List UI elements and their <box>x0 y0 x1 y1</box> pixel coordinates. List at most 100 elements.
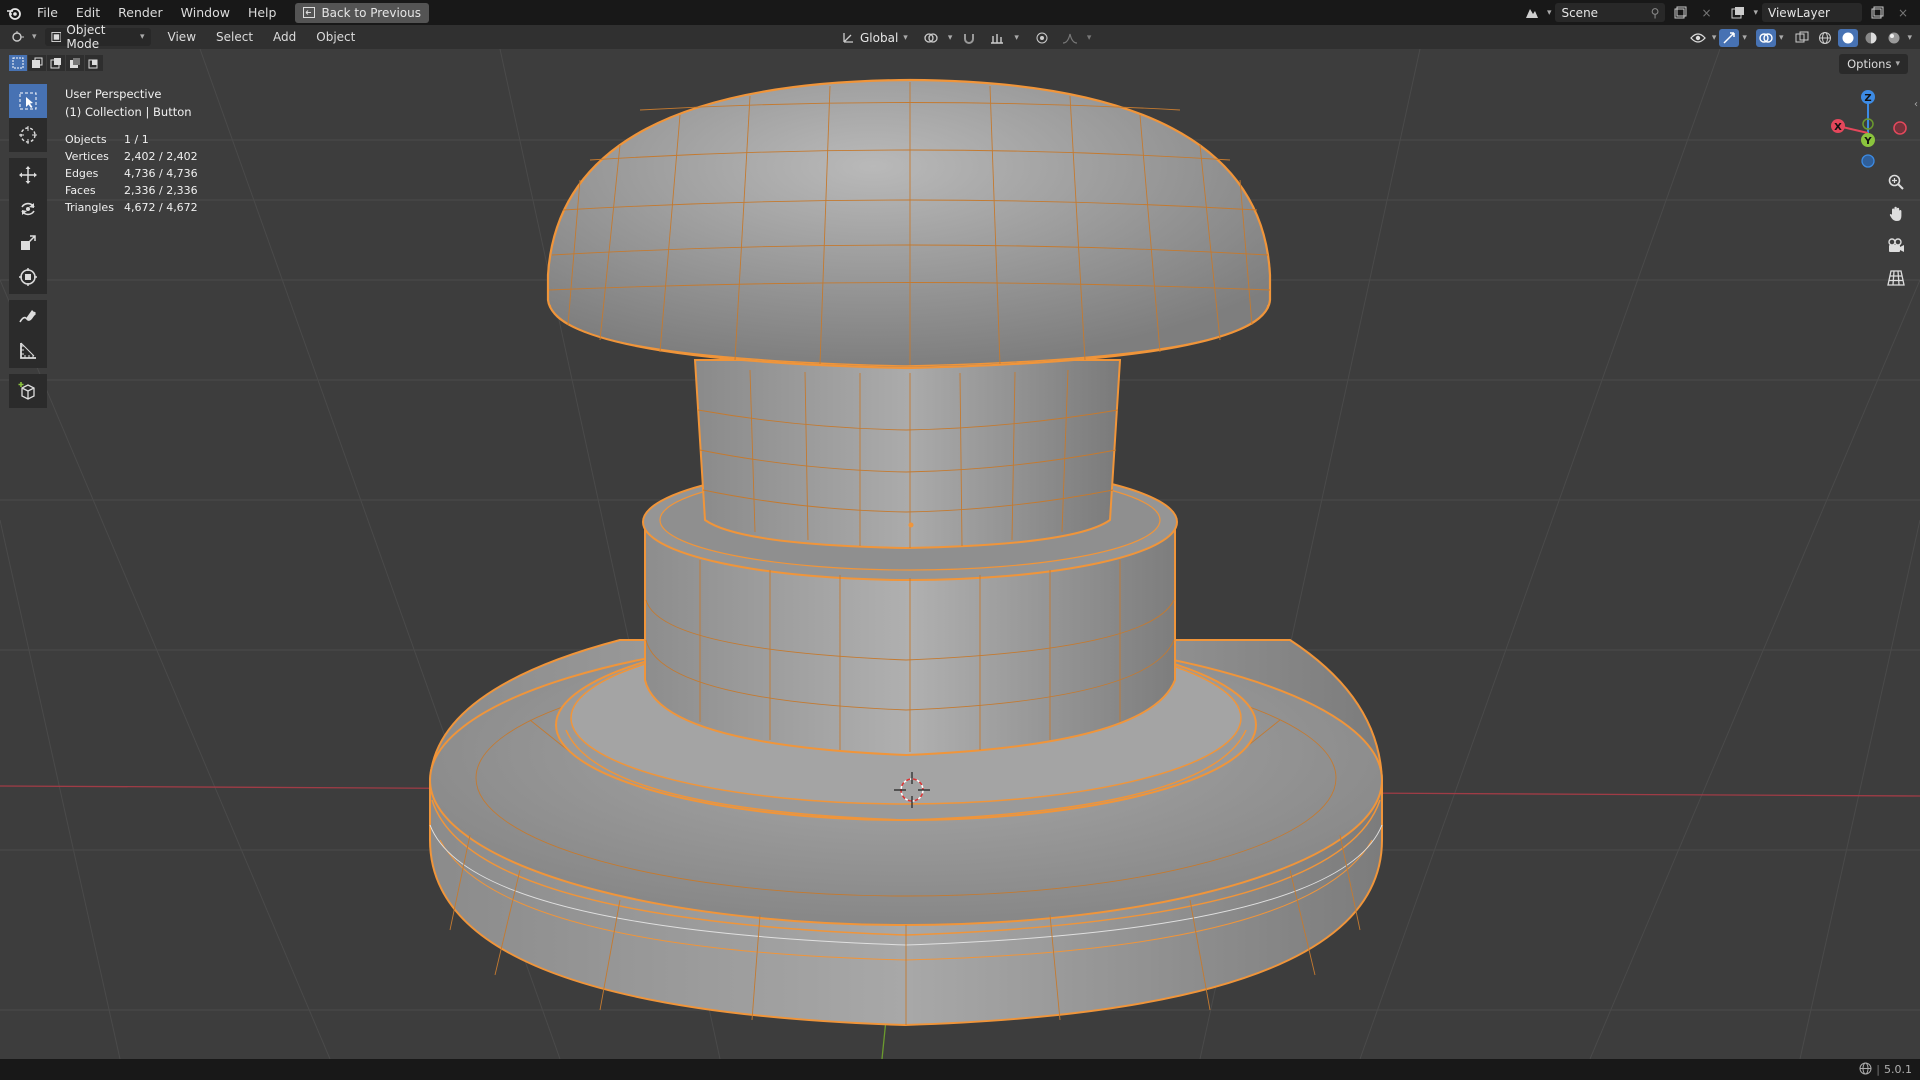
menu-window[interactable]: Window <box>172 0 239 25</box>
scene-selector[interactable]: Scene ⚲ <box>1555 3 1666 22</box>
close-view-layer-icon[interactable]: × <box>1892 3 1914 22</box>
overlays-toggle-icon[interactable] <box>1755 28 1776 47</box>
rotate-tool[interactable] <box>9 192 47 226</box>
menu-file[interactable]: File <box>28 0 67 25</box>
menu-view[interactable]: View <box>159 30 205 44</box>
new-view-layer-icon[interactable] <box>1866 3 1888 22</box>
mode-selector[interactable]: Object Mode ▾ <box>44 23 151 51</box>
close-scene-icon[interactable]: × <box>1695 3 1717 22</box>
scene-type-icon[interactable] <box>1521 3 1543 22</box>
add-cube-tool[interactable] <box>9 374 47 408</box>
scene-canvas[interactable] <box>0 49 1920 1059</box>
navigation-gizmo[interactable]: Z X Y <box>1830 84 1910 174</box>
status-bar: | 5.0.1 <box>0 1059 1920 1080</box>
transform-tool[interactable] <box>9 260 47 294</box>
material-shading-icon[interactable] <box>1861 29 1881 47</box>
stat-label: Triangles <box>65 201 114 214</box>
chevron-down-icon[interactable]: ▾ <box>1753 8 1758 18</box>
blender-logo-icon[interactable] <box>0 0 28 25</box>
back-button-label: Back to Previous <box>321 5 421 20</box>
stat-label: Vertices <box>65 150 109 163</box>
gizmo-x-label: X <box>1834 122 1842 133</box>
snap-target-icon[interactable] <box>986 28 1008 47</box>
proportional-editing-icon[interactable] <box>1031 28 1053 47</box>
navigation-buttons <box>1882 169 1910 291</box>
stat-label: Faces <box>65 184 96 197</box>
selection-modes <box>9 55 103 71</box>
select-intersect-icon[interactable] <box>85 55 103 71</box>
stat-value: 2,336 / 2,336 <box>124 184 198 197</box>
chevron-down-icon[interactable]: ▾ <box>1712 33 1717 43</box>
wireframe-shading-icon[interactable] <box>1815 29 1835 47</box>
options-dropdown[interactable]: Options ▾ <box>1839 54 1908 74</box>
object-origin <box>908 522 914 528</box>
3d-viewport[interactable]: User Perspective (1) Collection | Button… <box>0 49 1920 1059</box>
chevron-down-icon: ▾ <box>140 32 145 42</box>
object-mode-icon <box>50 32 61 42</box>
status-separator: | <box>1876 1063 1880 1076</box>
falloff-icon[interactable] <box>1059 28 1081 47</box>
move-tool[interactable] <box>9 158 47 192</box>
orientation-label: Global <box>860 30 899 45</box>
rotate-icon <box>21 202 35 216</box>
menu-add[interactable]: Add <box>264 30 305 44</box>
add-cube-icon <box>18 382 35 400</box>
chevron-down-icon[interactable]: ▾ <box>1779 33 1784 43</box>
stat-value: 2,402 / 2,402 <box>124 150 198 163</box>
chevron-down-icon[interactable]: ▾ <box>1742 33 1747 43</box>
chevron-down-icon[interactable]: ▾ <box>1087 33 1092 43</box>
view-layer-name: ViewLayer <box>1768 5 1830 20</box>
menu-edit[interactable]: Edit <box>67 0 109 25</box>
chevron-down-icon[interactable]: ▾ <box>1907 33 1912 43</box>
collection-info: (1) Collection | Button <box>65 105 192 119</box>
scale-tool[interactable] <box>9 226 47 260</box>
cursor-tool[interactable] <box>9 118 47 152</box>
back-to-previous-button[interactable]: Back to Previous <box>295 2 429 23</box>
measure-tool[interactable] <box>9 334 47 368</box>
button-cap <box>546 78 1272 370</box>
menu-help[interactable]: Help <box>239 0 286 25</box>
pivot-point-icon[interactable] <box>920 28 942 47</box>
view-layer-selector[interactable]: ViewLayer <box>1762 3 1862 22</box>
chevron-down-icon[interactable]: ▾ <box>1547 8 1552 18</box>
select-invert-icon[interactable] <box>66 55 84 71</box>
gizmo-toggle-icon[interactable] <box>1719 28 1740 47</box>
snap-icon[interactable] <box>958 28 980 47</box>
xray-toggle-icon[interactable] <box>1792 29 1812 47</box>
select-new-icon[interactable] <box>9 55 27 71</box>
chevron-down-icon: ▾ <box>903 32 908 43</box>
camera-view-icon[interactable] <box>1882 233 1910 259</box>
new-scene-icon[interactable] <box>1669 3 1691 22</box>
view-name: User Perspective <box>65 87 162 101</box>
menu-object[interactable]: Object <box>307 30 364 44</box>
select-subtract-icon[interactable] <box>47 55 65 71</box>
transform-orientation-selector[interactable]: Global ▾ <box>836 29 914 47</box>
select-extend-icon[interactable] <box>28 55 46 71</box>
cursor-icon <box>19 126 37 144</box>
solid-shading-icon[interactable] <box>1838 28 1859 47</box>
chevron-down-icon[interactable]: ▾ <box>948 33 953 43</box>
annotate-tool[interactable] <box>9 300 47 334</box>
view-layer-icon[interactable] <box>1727 3 1749 22</box>
sidebar-toggle-icon[interactable]: ‹ <box>1914 99 1918 110</box>
stat-value: 1 / 1 <box>124 133 149 146</box>
version-label: 5.0.1 <box>1884 1063 1912 1076</box>
chevron-down-icon[interactable]: ▾ <box>1014 33 1019 43</box>
stat-label: Edges <box>65 167 99 180</box>
menu-render[interactable]: Render <box>109 0 172 25</box>
zoom-view-icon[interactable] <box>1882 169 1910 195</box>
rendered-shading-icon[interactable] <box>1884 29 1904 47</box>
pin-icon[interactable]: ⚲ <box>1651 6 1660 20</box>
menu-select[interactable]: Select <box>207 30 262 44</box>
ortho-grid-icon[interactable] <box>1882 265 1910 291</box>
chevron-down-icon[interactable]: ▾ <box>32 32 37 42</box>
orientation-icon <box>843 33 853 43</box>
select-box-tool[interactable] <box>9 84 47 118</box>
visibility-icon[interactable] <box>1687 28 1709 47</box>
measure-icon <box>20 342 36 359</box>
editor-type-icon[interactable] <box>8 28 30 47</box>
options-label: Options <box>1847 57 1892 71</box>
gizmo-z-label: Z <box>1864 93 1871 104</box>
pan-view-icon[interactable] <box>1882 201 1910 227</box>
annotate-icon <box>19 310 36 323</box>
